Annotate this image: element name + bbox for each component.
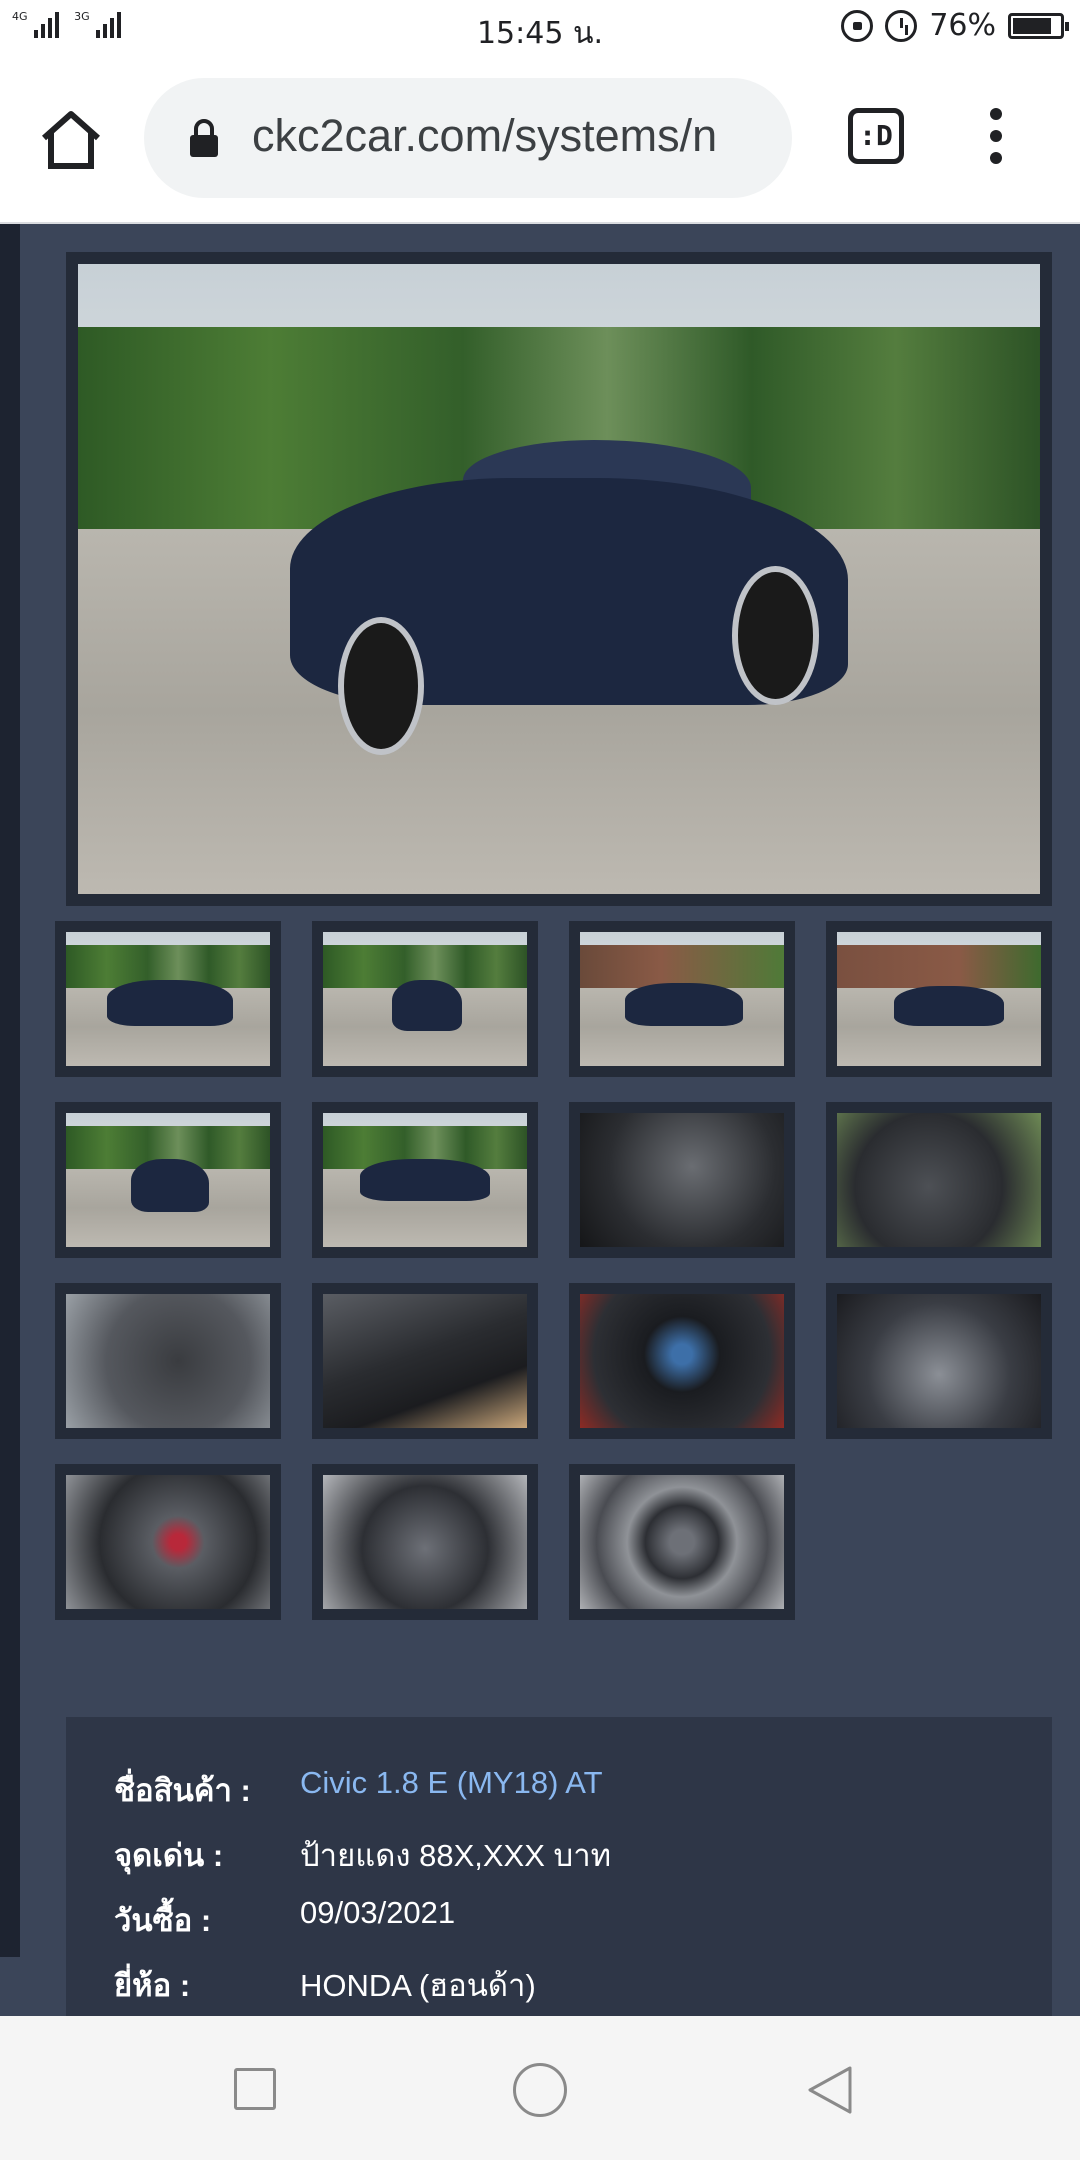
detail-label: ชื่อสินค้า : [114,1773,251,1808]
thumbnail[interactable] [312,1464,538,1620]
recents-button[interactable] [234,2068,276,2110]
url-text: ckc2car.com/systems/n [252,110,718,161]
thumbnail[interactable] [55,921,281,1077]
dashboard [580,1113,784,1247]
detail-value: HONDA (ฮอนด้า) [300,1968,536,2003]
thumbnail[interactable] [569,1464,795,1620]
gauge-cluster [580,1294,784,1428]
car-front-left [66,932,270,1066]
home-button[interactable] [38,108,104,172]
thumbnail[interactable] [569,1283,795,1439]
home-icon [42,111,100,169]
thumbnail[interactable] [826,1102,1052,1258]
main-photo[interactable] [66,252,1052,906]
system-nav-bar [0,2016,1080,2160]
browser-toolbar: ckc2car.com/systems/n :D [0,56,1080,224]
detail-value: ป้ายแดง 88X,XXX บาท [300,1838,612,1873]
driver-seat [837,1113,1041,1247]
rear-seat [66,1294,270,1428]
spare-tire [580,1475,784,1609]
car-front [323,932,527,1066]
status-bar: 4G 3G 15:45 น. 76% [0,0,1080,56]
product-name-link[interactable]: Civic 1.8 E (MY18) AT [300,1765,603,1801]
thumbnail[interactable] [55,1464,281,1620]
thumbnail[interactable] [312,1102,538,1258]
engine-top [323,1475,527,1609]
car-rear-right [837,932,1041,1066]
engine-bay [837,1294,1041,1428]
tab-switcher-button[interactable]: :D [848,108,904,164]
car-rear [66,1113,270,1247]
lock-icon [190,119,218,157]
rotation-lock-icon [841,9,874,42]
car-front-right [580,932,784,1066]
thumbnail[interactable] [569,1102,795,1258]
detail-value: 09/03/2021 [300,1895,456,1930]
thumbnail[interactable] [826,1283,1052,1439]
more-vert-icon[interactable] [980,108,1012,172]
engine-detail [66,1475,270,1609]
car-rear-left [323,1113,527,1247]
car-front-photo [78,264,1040,894]
detail-label: จุดเด่น : [114,1838,224,1873]
product-details: ชื่อสินค้า : Civic 1.8 E (MY18) AT จุดเด… [66,1717,1052,2016]
battery-icon [1008,12,1069,39]
door-panel [323,1294,527,1428]
thumbnail[interactable] [826,921,1052,1077]
back-icon[interactable] [804,2064,854,2116]
battery-percent: 76% [929,8,996,43]
detail-label: ยี่ห้อ : [114,1968,191,2003]
page-content: ชื่อสินค้า : Civic 1.8 E (MY18) AT จุดเด… [0,224,1080,2016]
thumbnail[interactable] [312,921,538,1077]
thumbnail[interactable] [55,1283,281,1439]
home-nav-button[interactable] [513,2063,567,2117]
thumbnail[interactable] [55,1102,281,1258]
thumbnail[interactable] [569,921,795,1077]
left-rail [0,224,20,1957]
address-bar[interactable]: ckc2car.com/systems/n [144,78,792,198]
alarm-icon [885,9,918,42]
detail-label: วันซื้อ : [114,1903,212,1938]
thumbnail[interactable] [312,1283,538,1439]
